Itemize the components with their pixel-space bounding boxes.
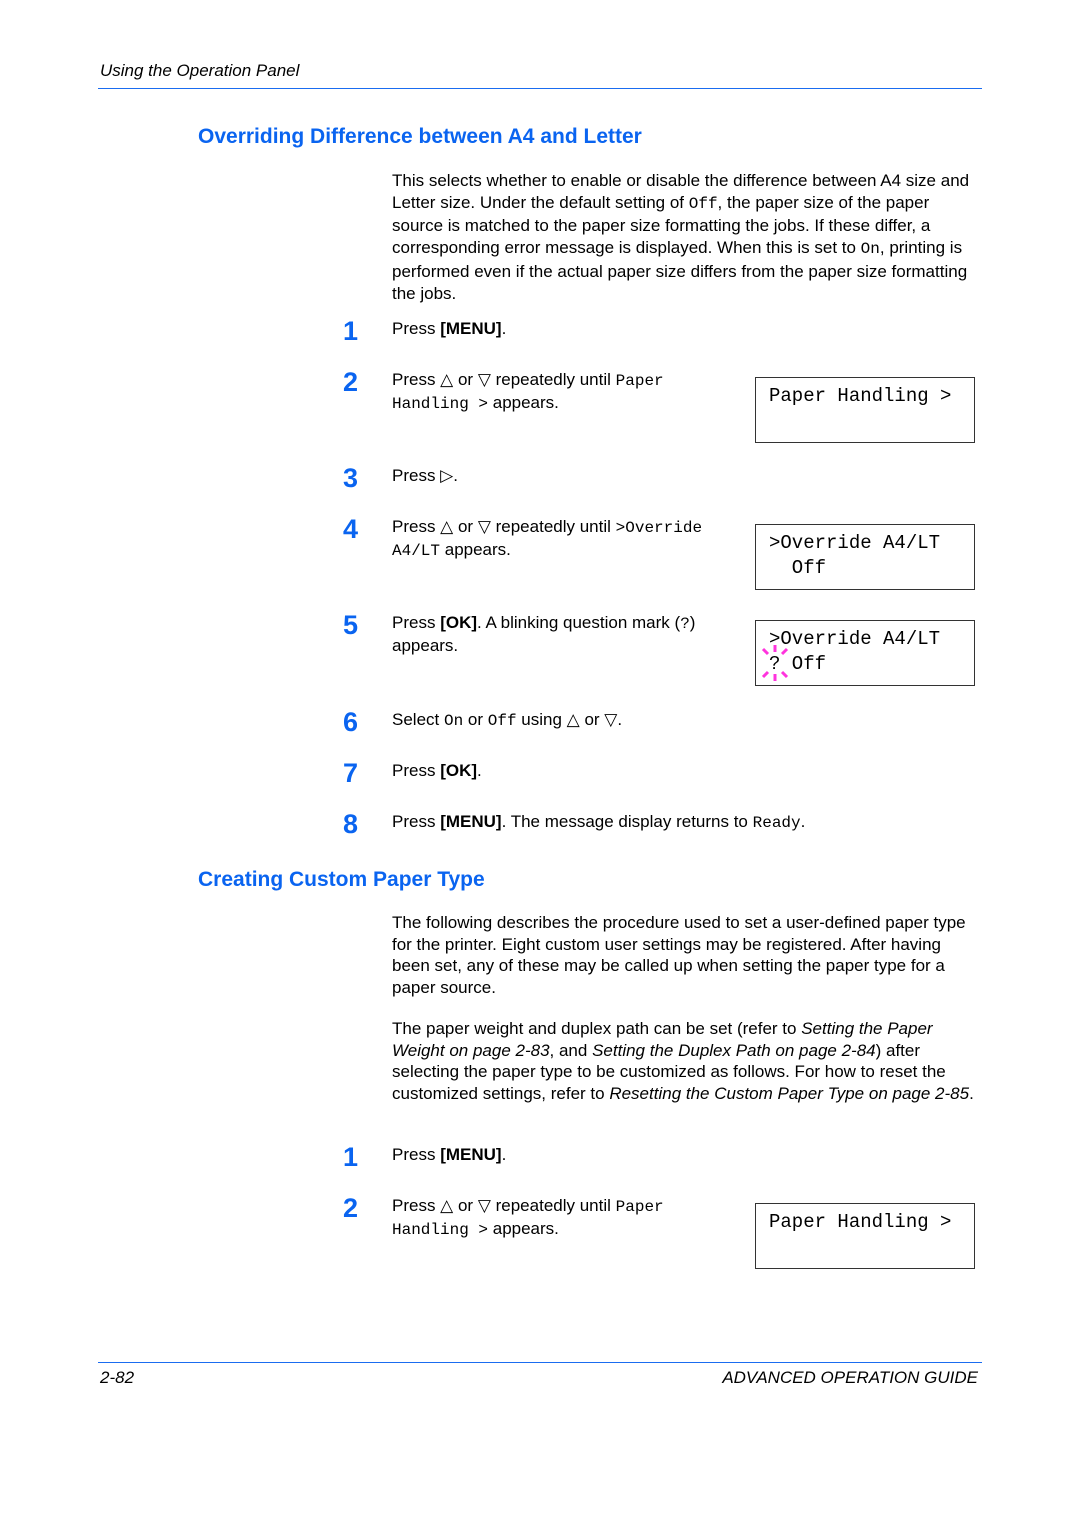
step-text: Press △ or ▽ repeatedly until Paper Hand… [392, 1195, 732, 1241]
blinking-cursor-icon [761, 645, 789, 681]
display-line: >Override A4/LT [769, 628, 941, 650]
guide-title: ADVANCED OPERATION GUIDE [722, 1368, 978, 1387]
step-text: Select On or Off using △ or ▽. [392, 709, 982, 732]
section-intro: This selects whether to enable or disabl… [392, 170, 984, 304]
text-run: . [800, 812, 806, 831]
step-text: Press △ or ▽ repeatedly until >Override … [392, 516, 732, 562]
text-run: [OK] [440, 761, 478, 780]
display-text: On [860, 240, 880, 259]
text-run: . [501, 1145, 507, 1164]
display-line: Off [769, 557, 827, 579]
text-run: Press △ or ▽ repeatedly until [392, 1196, 616, 1215]
step-text: Press [OK]. A blinking question mark (?)… [392, 612, 732, 657]
text-run: Select [392, 710, 444, 729]
display-line: Paper Handling > [769, 385, 952, 407]
step-text: Press △ or ▽ repeatedly until Paper Hand… [392, 369, 732, 415]
text-run: . The message display returns to [501, 812, 753, 831]
step-number: 5 [343, 610, 359, 640]
display-text: On [443, 712, 464, 730]
text-run: [MENU] [440, 1145, 502, 1164]
text-run: . [477, 761, 482, 780]
step-number: 7 [343, 758, 359, 788]
text-run: Press [392, 613, 441, 632]
text-run: appears. [488, 393, 559, 412]
step-number: 2 [343, 1193, 359, 1223]
page-number: 2-82 [100, 1368, 135, 1387]
section-intro: The paper weight and duplex path can be … [392, 1018, 984, 1105]
text-run: [MENU] [440, 319, 502, 338]
text-run: Press [392, 1145, 441, 1164]
display-text: Off [487, 712, 517, 730]
step-text: Press [OK]. [392, 760, 982, 782]
message-display: Paper Handling > [755, 377, 975, 443]
text-run: Press ▷. [392, 466, 458, 485]
text-run: appears. [440, 540, 511, 559]
document-page: Using the Operation Panel Overriding Dif… [0, 0, 1080, 1528]
display-text: ? [680, 615, 690, 633]
text-run: Press △ or ▽ repeatedly until [392, 370, 616, 389]
text-run: [OK] [440, 613, 478, 632]
step-text: Press [MENU]. [392, 1144, 982, 1166]
text-run: The paper weight and duplex path can be … [392, 1019, 802, 1038]
text-run: Press [392, 812, 441, 831]
step-number: 4 [343, 514, 359, 544]
text-run: or [463, 710, 488, 729]
running-header: Using the Operation Panel [100, 61, 300, 80]
text-run: appears. [488, 1219, 559, 1238]
text-run: . [969, 1084, 974, 1104]
text-run: using △ or ▽. [516, 710, 623, 729]
section-title: Creating Custom Paper Type [198, 868, 485, 891]
footer-rule [98, 1362, 982, 1363]
display-line [769, 1235, 974, 1260]
message-display: >Override A4/LT ? Off [755, 620, 975, 686]
text-run: Press [392, 761, 441, 780]
section-title: Overriding Difference between A4 and Let… [198, 125, 642, 148]
text-run: . A blinking question mark ( [477, 613, 681, 632]
message-display: Paper Handling > [755, 1203, 975, 1269]
step-number: 6 [343, 707, 359, 737]
display-line [769, 409, 974, 434]
text-run: . [501, 319, 507, 338]
step-text: Press [MENU]. The message display return… [392, 811, 982, 834]
text-run: Setting the Duplex Path on page 2-84 [592, 1040, 876, 1060]
step-text: Press ▷. [392, 465, 982, 487]
step-number: 8 [343, 809, 359, 839]
display-text: Ready [752, 814, 801, 832]
text-run: [MENU] [440, 812, 502, 831]
text-run: Press △ or ▽ repeatedly until [392, 517, 616, 536]
text-run: Resetting the Custom Paper Type on page … [609, 1084, 970, 1104]
message-display: >Override A4/LT Off [755, 524, 975, 590]
display-text: Off [688, 194, 718, 213]
step-text: Press [MENU]. [392, 318, 982, 340]
display-line: >Override A4/LT [769, 532, 941, 554]
display-line: ? Off [769, 653, 827, 675]
text-run: Press [392, 319, 441, 338]
text-run: The following describes the procedure us… [392, 913, 966, 998]
display-line: Paper Handling > [769, 1211, 952, 1233]
step-number: 2 [343, 367, 359, 397]
text-run: , and [549, 1040, 593, 1060]
step-number: 1 [343, 1142, 359, 1172]
section-intro: The following describes the procedure us… [392, 912, 972, 999]
header-rule [98, 88, 982, 89]
step-number: 1 [343, 316, 359, 346]
step-number: 3 [343, 463, 359, 493]
